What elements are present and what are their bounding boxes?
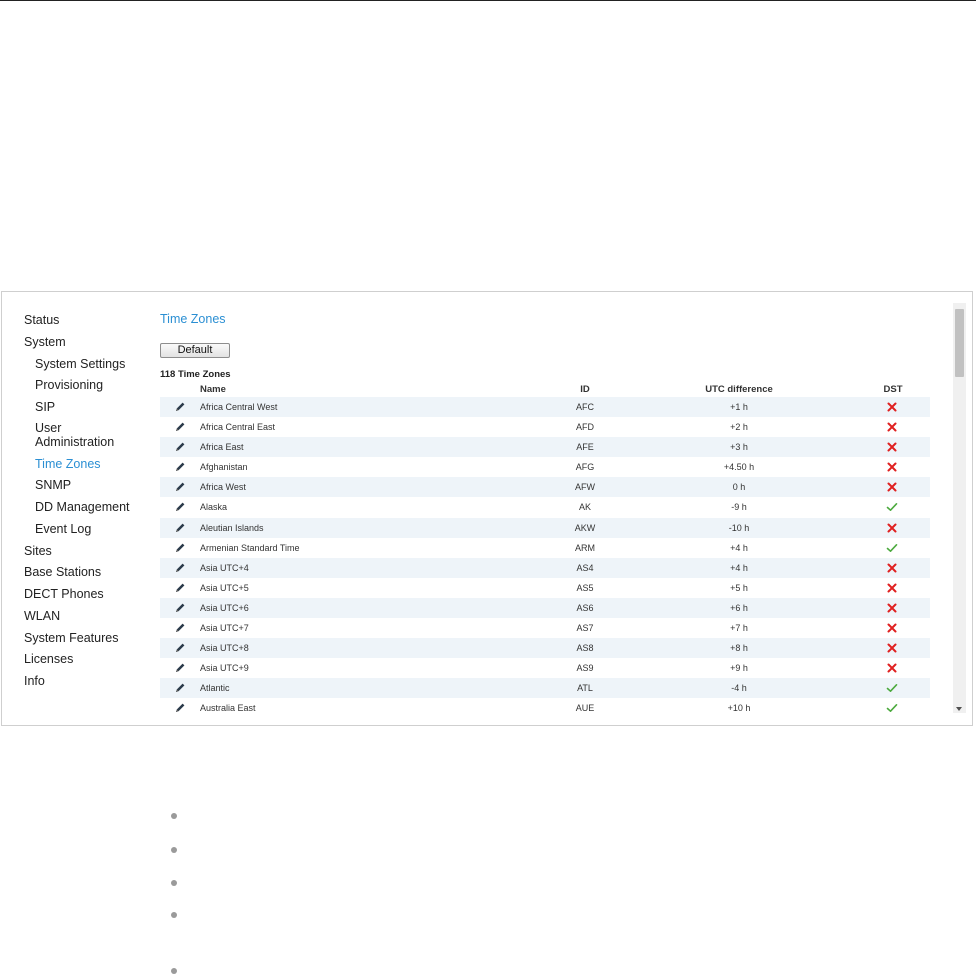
bullet-icon xyxy=(171,880,177,886)
time-zone-name: Asia UTC+4 xyxy=(200,562,249,573)
bullet-icon xyxy=(171,847,177,853)
sidebar-item-status[interactable]: Status xyxy=(24,313,59,327)
sidebar-item-time-zones[interactable]: Time Zones xyxy=(35,457,101,471)
table-row: Africa Central West AFC +1 h xyxy=(160,397,930,418)
sidebar-item-sip[interactable]: SIP xyxy=(35,400,55,414)
sidebar-item-system-features[interactable]: System Features xyxy=(24,631,118,645)
top-divider xyxy=(0,0,976,1)
time-zone-name: Armenian Standard Time xyxy=(200,542,300,553)
table-row: Asia UTC+5 AS5 +5 h xyxy=(160,578,930,598)
pencil-icon[interactable] xyxy=(174,682,186,694)
time-zone-name: Asia UTC+5 xyxy=(200,582,249,593)
cross-icon xyxy=(886,441,898,453)
cross-icon xyxy=(886,602,898,614)
page-title: Time Zones xyxy=(160,312,226,326)
cross-icon xyxy=(886,582,898,594)
table-row: Africa East AFE +3 h xyxy=(160,437,930,458)
check-icon xyxy=(886,702,898,714)
table-row: Asia UTC+9 AS9 +9 h xyxy=(160,658,930,678)
pencil-icon[interactable] xyxy=(174,702,186,714)
pencil-icon[interactable] xyxy=(174,481,186,493)
pencil-icon[interactable] xyxy=(174,522,186,534)
cross-icon xyxy=(886,662,898,674)
table-body: Africa Central West AFC +1 h Africa Central… xyxy=(160,397,930,719)
table-row: Asia UTC+6 AS6 +6 h xyxy=(160,597,930,619)
pencil-icon[interactable] xyxy=(174,441,186,453)
check-icon xyxy=(886,501,898,513)
bullet-icon xyxy=(171,912,177,918)
sidebar-item-info[interactable]: Info xyxy=(24,674,45,688)
time-zone-name: Atlantic xyxy=(200,683,230,694)
bullet-icon xyxy=(171,813,177,819)
table-header: Name ID UTC difference DST xyxy=(200,384,903,395)
app-window: Status System System Settings Provisioni… xyxy=(1,291,973,726)
pencil-icon[interactable] xyxy=(174,562,186,574)
time-zone-name: Alaska xyxy=(200,502,228,513)
time-zone-name: Asia UTC+6 xyxy=(200,602,249,613)
scroll-down-arrow-icon[interactable] xyxy=(956,707,962,711)
time-zone-name: Africa Central West xyxy=(200,402,278,412)
cross-icon xyxy=(886,622,898,634)
default-button[interactable]: Default xyxy=(160,343,230,358)
time-zone-name: Australia East xyxy=(200,703,256,714)
cross-icon xyxy=(886,481,898,493)
bullet-icon xyxy=(171,968,177,974)
pencil-icon[interactable] xyxy=(174,542,186,554)
time-zones-table: Name ID UTC difference DST Africa Centra… xyxy=(160,383,930,719)
sidebar-item-licenses[interactable]: Licenses xyxy=(24,652,73,666)
time-zone-name: Asia UTC+9 xyxy=(200,663,249,674)
table-row: Aleutian Islands AKW -10 h xyxy=(160,517,930,538)
table-row: Africa West AFW 0 h xyxy=(160,477,930,498)
time-zone-name: Asia UTC+8 xyxy=(200,643,249,654)
time-zone-name: Africa Central East xyxy=(200,422,276,433)
pencil-icon[interactable] xyxy=(174,501,186,513)
sidebar-item-wlan[interactable]: WLAN xyxy=(24,609,60,623)
time-zone-name: Africa West xyxy=(200,482,246,493)
table-row: Atlantic ATL -4 h xyxy=(160,678,930,699)
sidebar-item-base-stations[interactable]: Base Stations xyxy=(24,565,101,579)
check-icon xyxy=(886,542,898,554)
sidebar-item-sites[interactable]: Sites xyxy=(24,544,52,558)
sidebar-item-dd-management[interactable]: DD Management xyxy=(35,500,130,514)
table-row: Asia UTC+4 AS4 +4 h xyxy=(160,557,930,578)
time-zone-name: Asia UTC+7 xyxy=(200,623,249,634)
vertical-scrollbar[interactable] xyxy=(953,303,966,713)
sidebar-item-snmp[interactable]: SNMP xyxy=(35,478,71,492)
sidebar-item-system-settings[interactable]: System Settings xyxy=(35,357,125,371)
cross-icon xyxy=(886,562,898,574)
pencil-icon[interactable] xyxy=(174,582,186,594)
cross-icon xyxy=(886,421,898,433)
cross-icon xyxy=(886,522,898,534)
table-row: Australia East AUE +10 h xyxy=(160,698,930,718)
table-row: Asia UTC+7 AS7 +7 h xyxy=(160,618,930,638)
table-row: Africa Central East AFD +2 h xyxy=(160,417,930,437)
time-zone-name: Aleutian Islands xyxy=(200,522,264,533)
table-row: Alaska AK -9 h xyxy=(160,497,930,517)
sidebar-item-event-log[interactable]: Event Log xyxy=(35,522,91,536)
table-row: Armenian Standard Time ARM +4 h xyxy=(160,538,930,558)
pencil-icon[interactable] xyxy=(174,642,186,654)
time-zone-name: Afghanistan xyxy=(200,462,248,473)
cross-icon xyxy=(886,642,898,654)
table-row: Asia UTC+8 AS8 +8 h xyxy=(160,638,930,659)
check-icon xyxy=(886,682,898,694)
pencil-icon[interactable] xyxy=(174,602,186,614)
pencil-icon[interactable] xyxy=(174,401,186,413)
sidebar-item-system[interactable]: System xyxy=(24,335,66,349)
table-row: Afghanistan AFG +4.50 h xyxy=(160,457,930,477)
time-zone-count: 118 Time Zones xyxy=(160,369,231,380)
sidebar-item-provisioning[interactable]: Provisioning xyxy=(35,378,103,392)
scrollbar-thumb[interactable] xyxy=(955,309,964,377)
time-zone-name: Africa East xyxy=(200,442,244,453)
pencil-icon[interactable] xyxy=(174,622,186,634)
sidebar-item-user-administration[interactable]: User Administration xyxy=(35,421,135,449)
column-header-name[interactable]: Name xyxy=(200,384,226,395)
pencil-icon[interactable] xyxy=(174,421,186,433)
cross-icon xyxy=(886,461,898,473)
sidebar-item-dect-phones[interactable]: DECT Phones xyxy=(24,587,104,601)
cross-icon xyxy=(886,401,898,413)
pencil-icon[interactable] xyxy=(174,662,186,674)
pencil-icon[interactable] xyxy=(174,461,186,473)
